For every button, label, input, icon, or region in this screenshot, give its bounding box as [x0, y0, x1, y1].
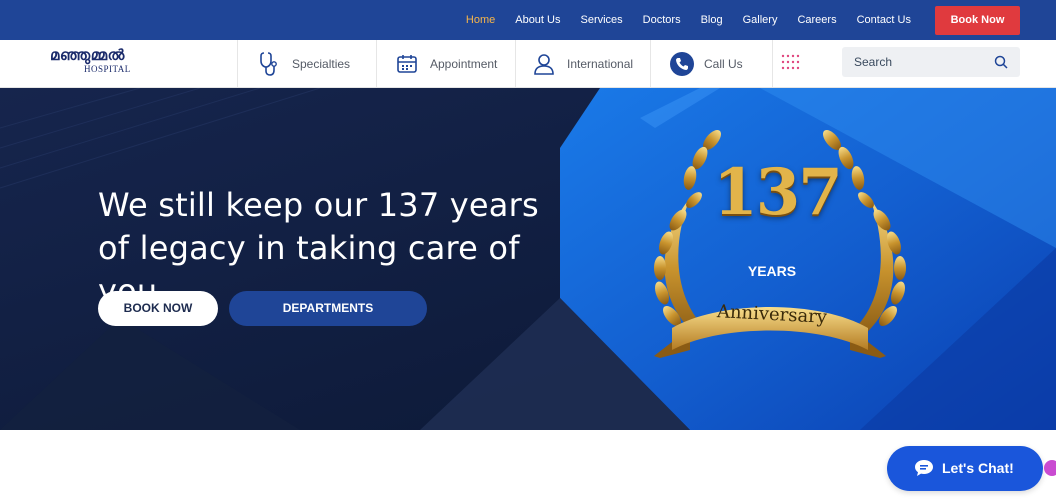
search-icon[interactable] — [994, 55, 1008, 69]
hero-banner: 137 YEARS Anniversary We still keep our … — [0, 88, 1056, 430]
top-nav: Home About Us Services Doctors Blog Gall… — [466, 0, 1020, 40]
nav-services[interactable]: Services — [580, 14, 622, 26]
call-us-label: Call Us — [704, 56, 743, 71]
menu-appointment[interactable]: Appointment — [396, 40, 497, 87]
nav-doctors[interactable]: Doctors — [643, 14, 681, 26]
divider — [237, 40, 238, 87]
chat-label: Let's Chat! — [942, 460, 1014, 476]
divider — [376, 40, 377, 87]
calendar-icon — [397, 54, 417, 73]
departments-button[interactable]: DEPARTMENTS — [229, 291, 427, 326]
nav-careers[interactable]: Careers — [797, 14, 836, 26]
nav-contact-us[interactable]: Contact Us — [857, 14, 911, 26]
grid-icon[interactable] — [781, 54, 803, 70]
divider — [515, 40, 516, 87]
search-box — [842, 47, 1020, 77]
top-navigation-bar: Home About Us Services Doctors Blog Gall… — [0, 0, 1056, 40]
book-now-button[interactable]: Book Now — [935, 5, 1020, 35]
phone-icon — [670, 51, 694, 76]
nav-about-us[interactable]: About Us — [515, 14, 560, 26]
specialties-label: Specialties — [292, 56, 351, 71]
international-label: International — [567, 56, 634, 71]
nav-blog[interactable]: Blog — [701, 14, 723, 26]
stethoscope-icon — [260, 51, 277, 76]
nav-gallery[interactable]: Gallery — [743, 14, 778, 26]
badge-years: YEARS — [747, 263, 797, 279]
chat-icon — [915, 460, 933, 476]
chat-widget-indicator[interactable] — [1044, 460, 1056, 476]
menu-specialties[interactable]: Specialties — [258, 40, 350, 87]
search-input[interactable] — [854, 54, 984, 70]
divider — [650, 40, 651, 87]
logo-script-text: മഞ്ഞുമ്മൽ — [50, 46, 125, 64]
menu-call-us[interactable]: Call Us — [670, 40, 743, 87]
nav-home[interactable]: Home — [466, 14, 495, 26]
hero-book-now-button[interactable]: BOOK NOW — [98, 291, 218, 326]
logo-hospital-text: HOSPITAL — [84, 64, 131, 74]
chat-button[interactable]: Let's Chat! — [887, 446, 1043, 491]
badge-number: 137 — [713, 155, 843, 230]
divider — [772, 40, 773, 87]
menu-international[interactable]: International — [533, 40, 633, 87]
user-icon — [534, 53, 554, 75]
appointment-label: Appointment — [430, 56, 498, 71]
hospital-logo[interactable]: മഞ്ഞുമ്മൽ HOSPITAL — [50, 46, 160, 78]
